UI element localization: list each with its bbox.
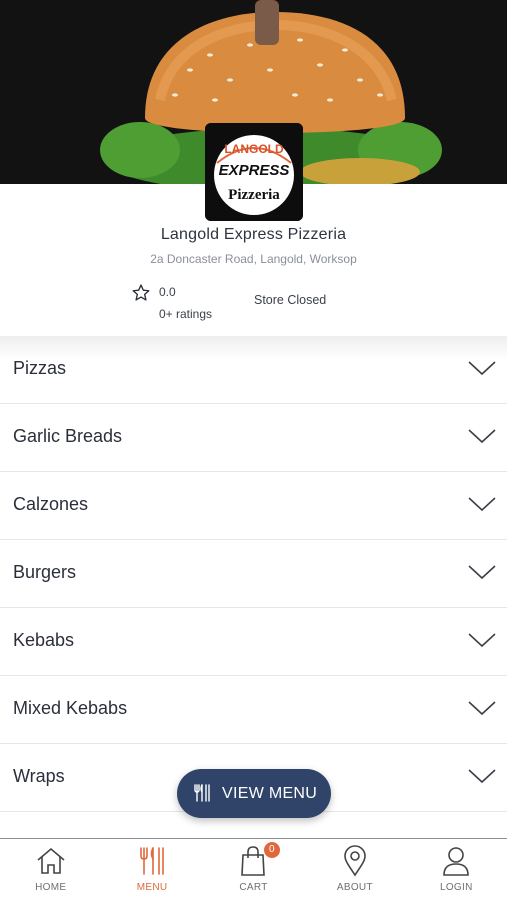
- bottom-navigation: HOME MENU 0 CART ABOUT LOGIN: [0, 838, 507, 900]
- view-menu-button[interactable]: VIEW MENU: [177, 769, 331, 818]
- chevron-down-icon: [468, 701, 496, 716]
- menu-category-garlic-breads[interactable]: Garlic Breads: [0, 404, 507, 472]
- nav-label: HOME: [35, 882, 67, 893]
- store-address: 2a Doncaster Road, Langold, Worksop: [150, 252, 357, 266]
- logo-text-top: LANGOLD: [224, 142, 284, 156]
- user-icon: [443, 847, 470, 876]
- cart-count-badge: 0: [263, 842, 280, 858]
- chevron-down-icon: [468, 361, 496, 376]
- menu-category-label: Mixed Kebabs: [13, 698, 128, 718]
- menu-category-label: Kebabs: [13, 630, 75, 650]
- logo-text-middle: EXPRESS: [219, 162, 290, 179]
- nav-item-login[interactable]: LOGIN: [406, 839, 507, 900]
- menu-category-label: Pizzas: [13, 358, 67, 378]
- star-icon: [132, 284, 150, 301]
- nav-label: CART: [239, 882, 268, 893]
- nav-label: ABOUT: [336, 882, 373, 893]
- nav-item-home[interactable]: HOME: [0, 839, 101, 900]
- menu-category-label: Burgers: [13, 562, 77, 582]
- cutlery-icon: [194, 784, 210, 802]
- nav-label: MENU: [136, 882, 168, 893]
- chevron-down-icon: [468, 769, 496, 784]
- rating-value: 0.0: [159, 285, 176, 299]
- menu-category-mixed-kebabs[interactable]: Mixed Kebabs: [0, 676, 507, 744]
- view-menu-label: VIEW MENU: [222, 785, 318, 802]
- logo-text-bottom: Pizzeria: [228, 187, 280, 203]
- chevron-down-icon: [468, 633, 496, 648]
- chevron-down-icon: [468, 565, 496, 580]
- location-pin-icon: [344, 845, 366, 877]
- menu-category-kebabs[interactable]: Kebabs: [0, 608, 507, 676]
- menu-category-pizzas[interactable]: Pizzas: [0, 336, 507, 404]
- nav-item-about[interactable]: ABOUT: [304, 839, 405, 900]
- nav-label: LOGIN: [439, 882, 473, 893]
- chevron-down-icon: [468, 429, 496, 444]
- store-name: Langold Express Pizzeria: [160, 226, 347, 243]
- menu-category-calzones[interactable]: Calzones: [0, 472, 507, 540]
- nav-item-cart[interactable]: 0 CART: [203, 839, 304, 900]
- home-icon: [37, 847, 65, 874]
- ratings-count: 0+ ratings: [159, 307, 213, 321]
- store-status: Store Closed: [254, 293, 327, 307]
- chevron-down-icon: [468, 497, 496, 512]
- nav-item-menu[interactable]: MENU: [101, 839, 202, 900]
- cutlery-icon: [140, 847, 164, 875]
- menu-category-label: Wraps: [13, 766, 65, 786]
- menu-category-label: Garlic Breads: [13, 426, 123, 446]
- menu-category-burgers[interactable]: Burgers: [0, 540, 507, 608]
- menu-category-list: Pizzas Garlic Breads Calzones Burgers Ke…: [0, 336, 507, 812]
- store-logo: LANGOLD EXPRESS Pizzeria: [205, 123, 303, 221]
- menu-category-label: Calzones: [13, 494, 89, 514]
